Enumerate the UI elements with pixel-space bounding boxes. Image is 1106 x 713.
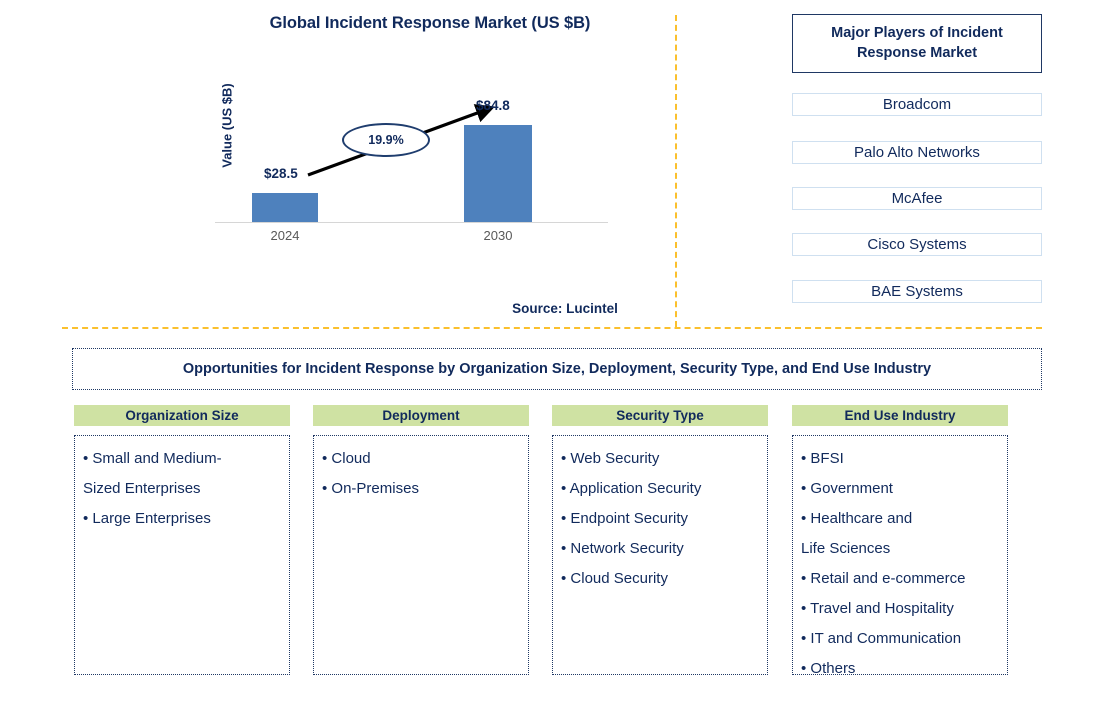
x-tick-2024: 2024 <box>270 228 300 243</box>
chart-title: Global Incident Response Market (US $B) <box>269 14 591 32</box>
bullet-icon: • <box>801 480 811 497</box>
category-column-deployment: Deployment • Cloud • On-Premises <box>313 405 529 675</box>
list-item: • Web Security <box>559 444 761 474</box>
list-item: • Cloud <box>320 444 522 474</box>
cagr-bubble: 19.9% <box>342 123 430 157</box>
bar-2030 <box>464 125 532 222</box>
players-panel-title: Major Players of Incident Response Marke… <box>792 14 1042 73</box>
bullet-icon: • <box>561 570 571 587</box>
bullet-icon: • <box>801 570 811 587</box>
opportunities-banner: Opportunities for Incident Response by O… <box>72 348 1042 390</box>
player-item-0[interactable]: Broadcom <box>792 93 1042 116</box>
list-item-label: BFSI <box>810 450 844 467</box>
bullet-icon: • <box>561 510 571 527</box>
bar-value-2024: $28.5 <box>264 166 298 181</box>
category-column-end-use-industry: End Use Industry • BFSI • Government • H… <box>792 405 1008 677</box>
list-item: • Large Enterprises <box>81 504 283 534</box>
list-item-label: Endpoint Security <box>570 510 688 527</box>
list-item-label: Travel and Hospitality <box>810 600 954 617</box>
list-item-label: Others <box>810 660 856 677</box>
list-item-label: Government <box>810 480 893 497</box>
list-item: • Others <box>799 654 1001 684</box>
list-item: • On-Premises <box>320 474 522 504</box>
list-item-label: Cloud <box>331 450 371 467</box>
list-item: • Network Security <box>559 534 761 564</box>
category-list-deployment: • Cloud • On-Premises <box>313 435 529 675</box>
players-panel-title-line2: Response Market <box>856 44 978 61</box>
category-column-organization-size: Organization Size • Small and Medium- Si… <box>74 405 290 675</box>
category-list-security-type: • Web Security • Application Security • … <box>552 435 768 675</box>
list-item: • Application Security <box>559 474 761 504</box>
list-item-label: Retail and e-commerce <box>810 570 966 587</box>
bullet-icon: • <box>801 660 811 677</box>
bullet-icon: • <box>801 510 811 527</box>
category-list-organization-size: • Small and Medium- Sized Enterprises • … <box>74 435 290 675</box>
category-column-security-type: Security Type • Web Security • Applicati… <box>552 405 768 675</box>
bullet-icon: • <box>322 450 332 467</box>
bullet-icon: • <box>801 600 811 617</box>
list-item: • Travel and Hospitality <box>799 594 1001 624</box>
bar-2024 <box>252 193 318 222</box>
players-panel-title-line1: Major Players of Incident <box>831 24 1003 41</box>
category-header-deployment: Deployment <box>313 405 529 426</box>
player-item-3[interactable]: Cisco Systems <box>792 233 1042 256</box>
list-item: • Cloud Security <box>559 564 761 594</box>
bar-chart: Value (US $B) $28.5 $84.8 19.9% 2024 203… <box>180 83 620 255</box>
list-item: • BFSI <box>799 444 1001 474</box>
list-item-label: Application Security <box>569 480 702 497</box>
bullet-icon: • <box>322 480 332 497</box>
x-axis-line <box>215 222 608 223</box>
category-header-security-type: Security Type <box>552 405 768 426</box>
player-item-1[interactable]: Palo Alto Networks <box>792 141 1042 164</box>
list-item-label: Cloud Security <box>570 570 668 587</box>
bullet-icon: • <box>801 450 811 467</box>
bar-value-2030: $84.8 <box>476 98 510 113</box>
horizontal-divider <box>62 327 1042 329</box>
bullet-icon: • <box>83 510 93 527</box>
list-item: • Endpoint Security <box>559 504 761 534</box>
list-item: • Healthcare and Life Sciences <box>799 504 1001 564</box>
x-tick-2030: 2030 <box>483 228 513 243</box>
bullet-icon: • <box>561 540 571 557</box>
vertical-divider <box>675 15 677 327</box>
list-item: • IT and Communication <box>799 624 1001 654</box>
bullet-icon: • <box>561 480 570 497</box>
source-label: Source: Lucintel <box>512 301 618 316</box>
list-item: • Retail and e-commerce <box>799 564 1001 594</box>
bullet-icon: • <box>561 450 571 467</box>
list-item: • Small and Medium- Sized Enterprises <box>81 444 283 504</box>
category-header-end-use-industry: End Use Industry <box>792 405 1008 426</box>
category-header-organization-size: Organization Size <box>74 405 290 426</box>
player-item-2[interactable]: McAfee <box>792 187 1042 210</box>
bullet-icon: • <box>801 630 811 647</box>
list-item-label: Web Security <box>570 450 660 467</box>
player-item-4[interactable]: BAE Systems <box>792 280 1042 303</box>
list-item-label: Large Enterprises <box>92 510 211 527</box>
bullet-icon: • <box>83 450 93 467</box>
list-item-label: Network Security <box>570 540 684 557</box>
category-list-end-use-industry: • BFSI • Government • Healthcare and Lif… <box>792 435 1008 677</box>
list-item-label: Healthcare and Life Sciences <box>801 510 913 557</box>
list-item-label: On-Premises <box>331 480 419 497</box>
list-item-label: IT and Communication <box>810 630 962 647</box>
list-item-label: Small and Medium- Sized Enterprises <box>83 450 222 497</box>
list-item: • Government <box>799 474 1001 504</box>
